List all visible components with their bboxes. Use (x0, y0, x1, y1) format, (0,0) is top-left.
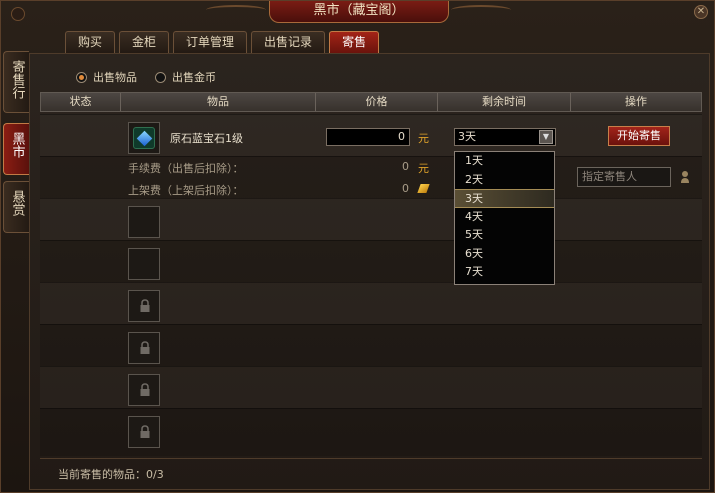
duration-option[interactable]: 7天 (455, 263, 554, 282)
corner-ornament-icon (11, 7, 25, 21)
item-slot[interactable] (128, 122, 160, 154)
sidetab-label: 黑市 (9, 132, 25, 158)
tab-sales-record[interactable]: 出售记录 (251, 31, 326, 53)
handling-fee-label: 手续费（出售后扣除）： (128, 162, 244, 175)
duration-dropdown-list: 1天 2天 3天 4天 5天 6天 7天 (454, 151, 555, 285)
radio-checked-icon (76, 71, 87, 83)
col-status: 状态 (41, 93, 121, 111)
listing-fee-value: 0 (402, 182, 409, 195)
tab-consign[interactable]: 寄售 (329, 31, 380, 53)
consign-count: 当前寄售的物品：0/3 (58, 468, 164, 481)
consign-panel: 出售物品 出售金币 状态 物品 价格 剩余时间 操作 原石蓝宝石1级 0 元 3… (29, 53, 710, 490)
footer-divider (40, 458, 702, 459)
sidetab-bounty[interactable]: 悬赏 (3, 181, 29, 233)
price-currency: 元 (418, 132, 429, 145)
sidetab-consignment-shop[interactable]: 寄售行 (3, 51, 29, 113)
tab-orders[interactable]: 订单管理 (173, 31, 248, 53)
sapphire-gem-icon (133, 127, 155, 149)
duration-option[interactable]: 6天 (455, 245, 554, 264)
duration-selected: 3天 (458, 130, 476, 143)
tab-buy[interactable]: 购买 (65, 31, 116, 53)
window-frame: 黑市（藏宝阁） ✕ 购买 金柜 订单管理 出售记录 寄售 寄售行 黑市 悬赏 出… (0, 0, 715, 493)
side-tabs: 寄售行 黑市 悬赏 (3, 51, 29, 239)
duration-option[interactable]: 5天 (455, 226, 554, 245)
radio-label: 出售物品 (93, 71, 137, 84)
tab-vault[interactable]: 金柜 (119, 31, 170, 53)
duration-select[interactable]: 3天 ▼ (454, 128, 556, 146)
person-icon[interactable] (680, 170, 690, 184)
lock-icon (140, 383, 150, 396)
locked-slot (128, 290, 160, 322)
radio-sell-items[interactable]: 出售物品 (76, 69, 137, 85)
empty-slot[interactable] (128, 206, 160, 238)
lock-icon (140, 425, 150, 438)
duration-option[interactable]: 4天 (455, 208, 554, 227)
top-tabs: 购买 金柜 订单管理 出售记录 寄售 (65, 31, 380, 53)
window-title: 黑市（藏宝阁） (269, 1, 449, 23)
empty-slot[interactable] (128, 248, 160, 280)
start-consign-button[interactable]: 开始寄售 (608, 126, 670, 146)
close-icon[interactable]: ✕ (694, 5, 708, 19)
locked-slot (128, 416, 160, 448)
col-price: 价格 (316, 93, 438, 111)
sidetab-label: 寄售行 (9, 60, 25, 99)
title-ornament-right (451, 5, 511, 15)
sidetab-black-market[interactable]: 黑市 (3, 123, 29, 175)
table-header: 状态 物品 价格 剩余时间 操作 (40, 92, 702, 112)
radio-sell-gold[interactable]: 出售金币 (155, 69, 216, 85)
designated-seller-input[interactable]: 指定寄售人 (577, 167, 671, 187)
price-input[interactable]: 0 (326, 128, 410, 146)
locked-slot (128, 374, 160, 406)
handling-fee-unit: 元 (418, 162, 429, 175)
handling-fee-value: 0 (402, 160, 409, 173)
col-action: 操作 (625, 95, 647, 108)
item-name: 原石蓝宝石1级 (170, 132, 243, 145)
col-item: 物品 (121, 93, 316, 111)
lock-icon (140, 341, 150, 354)
radio-unchecked-icon (155, 71, 166, 83)
duration-option[interactable]: 1天 (455, 152, 554, 171)
duration-option[interactable]: 2天 (455, 171, 554, 190)
duration-option-selected[interactable]: 3天 (455, 189, 554, 208)
listing-fee-label: 上架费（上架后扣除）： (128, 184, 244, 197)
col-remaining-time: 剩余时间 (438, 93, 571, 111)
lock-icon (140, 299, 150, 312)
locked-slot (128, 332, 160, 364)
chevron-down-icon[interactable]: ▼ (539, 130, 553, 144)
radio-label: 出售金币 (172, 71, 216, 84)
sidetab-label: 悬赏 (9, 190, 25, 216)
title-ornament-left (206, 5, 266, 15)
